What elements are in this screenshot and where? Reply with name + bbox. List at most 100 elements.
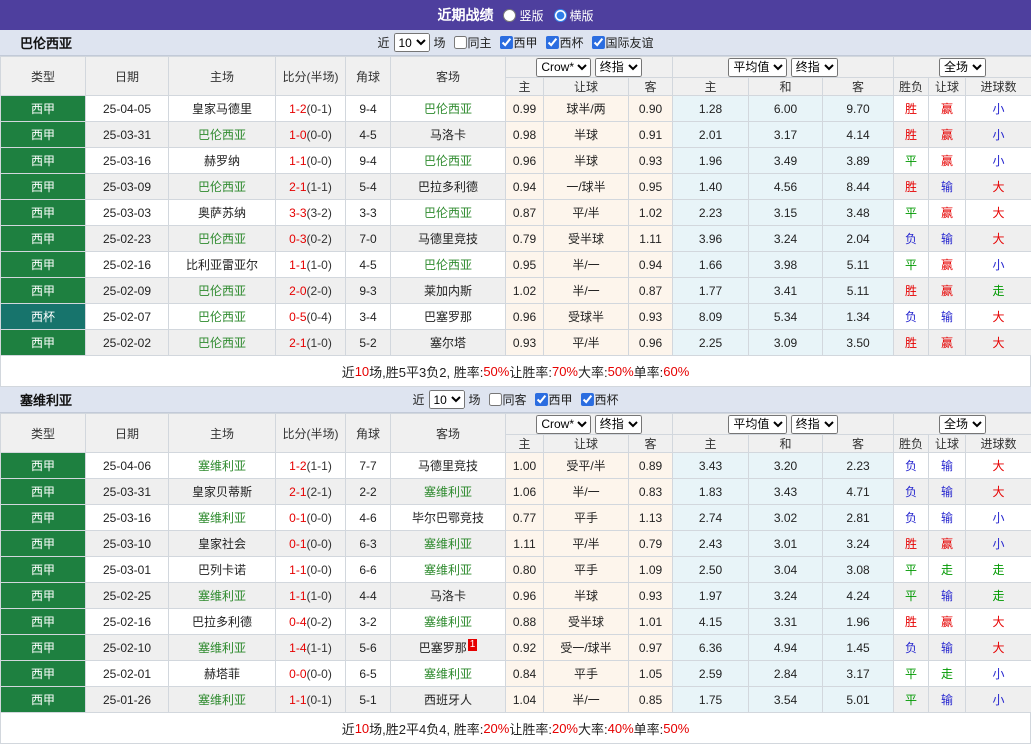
filter-checkbox[interactable] <box>535 393 548 406</box>
average-select[interactable]: 平均值 <box>728 415 787 434</box>
result-goals-cell: 小 <box>966 687 1031 713</box>
match-row: 西甲25-03-16赫罗纳1-1(0-0)9-4巴伦西亚0.96半球0.931.… <box>1 148 1031 174</box>
avg-draw-cell: 2.84 <box>749 661 823 687</box>
home-team-cell[interactable]: 巴伦西亚 <box>169 278 276 304</box>
home-team-cell[interactable]: 皇家社会 <box>169 531 276 557</box>
horizontal-layout-option[interactable]: 横版 <box>554 7 594 24</box>
away-team-cell[interactable]: 巴伦西亚 <box>391 96 506 122</box>
home-team-cell[interactable]: 赫塔菲 <box>169 661 276 687</box>
recent-count-select[interactable]: 10 <box>393 33 429 52</box>
vertical-layout-radio[interactable] <box>503 9 516 22</box>
home-team-cell[interactable]: 巴伦西亚 <box>169 330 276 356</box>
filter-checkbox-option[interactable]: 国际友谊 <box>586 34 654 51</box>
vertical-layout-option[interactable]: 竖版 <box>503 7 543 24</box>
home-odds-cell: 1.00 <box>506 453 544 479</box>
filter-checkbox[interactable] <box>500 36 513 49</box>
scope-select[interactable]: 全场 <box>939 415 986 434</box>
away-team-cell[interactable]: 马德里竞技 <box>391 226 506 252</box>
away-team-cell[interactable]: 巴伦西亚 <box>391 252 506 278</box>
result-goals-cell: 走 <box>966 583 1031 609</box>
away-team-cell[interactable]: 塞维利亚 <box>391 479 506 505</box>
away-team-cell[interactable]: 塞维利亚 <box>391 661 506 687</box>
filter-checkbox-option[interactable]: 同客 <box>482 391 526 408</box>
away-team-cell[interactable]: 塞维利亚 <box>391 609 506 635</box>
filter-checkbox-option[interactable]: 西杯 <box>540 34 584 51</box>
home-team-cell[interactable]: 皇家马德里 <box>169 96 276 122</box>
filter-checkbox[interactable] <box>488 393 501 406</box>
summary-part: 40% <box>608 721 634 736</box>
filter-checkbox-option[interactable]: 西甲 <box>494 34 538 51</box>
home-odds-cell: 0.88 <box>506 609 544 635</box>
odds-period-select[interactable]: 终指 <box>595 58 642 77</box>
fulltime-score: 0-4 <box>289 615 306 629</box>
result-goals-cell: 大 <box>966 200 1031 226</box>
home-team-cell[interactable]: 巴拉多利德 <box>169 609 276 635</box>
away-team-cell[interactable]: 巴伦西亚 <box>391 200 506 226</box>
halftime-score: (2-0) <box>307 284 332 298</box>
away-team-cell[interactable]: 巴拉多利德 <box>391 174 506 200</box>
away-odds-cell: 1.02 <box>629 200 673 226</box>
filter-checkbox-option[interactable]: 西甲 <box>529 391 573 408</box>
filter-checkbox[interactable] <box>592 36 605 49</box>
filter-checkbox-option[interactable]: 西杯 <box>575 391 619 408</box>
away-team-cell[interactable]: 莱加内斯 <box>391 278 506 304</box>
away-team-cell[interactable]: 塞尔塔 <box>391 330 506 356</box>
away-team-cell[interactable]: 西班牙人 <box>391 687 506 713</box>
home-team-cell[interactable]: 奥萨苏纳 <box>169 200 276 226</box>
away-team-cell[interactable]: 巴塞罗那 <box>391 304 506 330</box>
filter-checkbox-option[interactable]: 同主 <box>447 34 491 51</box>
fulltime-score: 1-2 <box>289 459 306 473</box>
result-goals-cell: 大 <box>966 226 1031 252</box>
score-cell: 3-3(3-2) <box>276 200 346 226</box>
away-team-cell[interactable]: 巴塞罗那1 <box>391 635 506 661</box>
home-odds-cell: 0.80 <box>506 557 544 583</box>
filter-checkbox-label: 同客 <box>502 391 526 408</box>
home-team-cell[interactable]: 比利亚雷亚尔 <box>169 252 276 278</box>
average-period-select[interactable]: 终指 <box>791 58 838 77</box>
filter-checkbox[interactable] <box>546 36 559 49</box>
away-team-cell[interactable]: 马洛卡 <box>391 122 506 148</box>
home-team-cell[interactable]: 巴伦西亚 <box>169 226 276 252</box>
away-team-cell[interactable]: 马德里竞技 <box>391 453 506 479</box>
match-row: 西甲25-02-16巴拉多利德0-4(0-2)3-2塞维利亚0.88受半球1.0… <box>1 609 1031 635</box>
away-team-cell[interactable]: 巴伦西亚 <box>391 148 506 174</box>
corner-cell: 6-5 <box>346 661 391 687</box>
halftime-score: (1-1) <box>307 459 332 473</box>
away-team-text: 巴塞罗那 <box>419 641 467 655</box>
home-team-cell[interactable]: 塞维利亚 <box>169 453 276 479</box>
avg-home-cell: 1.40 <box>673 174 749 200</box>
average-select[interactable]: 平均值 <box>728 58 787 77</box>
halftime-score: (0-1) <box>307 693 332 707</box>
league-type-cell: 西甲 <box>1 278 86 304</box>
home-team-cell[interactable]: 巴伦西亚 <box>169 122 276 148</box>
average-period-select[interactable]: 终指 <box>791 415 838 434</box>
home-team-cell[interactable]: 巴伦西亚 <box>169 304 276 330</box>
home-team-cell[interactable]: 赫罗纳 <box>169 148 276 174</box>
away-team-cell[interactable]: 塞维利亚 <box>391 531 506 557</box>
home-team-cell[interactable]: 塞维利亚 <box>169 635 276 661</box>
summary-part: 50% <box>663 721 689 736</box>
home-team-cell[interactable]: 皇家贝蒂斯 <box>169 479 276 505</box>
handicap-cell: 球半/两 <box>544 96 629 122</box>
horizontal-layout-radio[interactable] <box>554 9 567 22</box>
result-handicap-cell: 输 <box>929 505 966 531</box>
away-odds-cell: 0.96 <box>629 330 673 356</box>
home-team-cell[interactable]: 塞维利亚 <box>169 687 276 713</box>
odds-source-select[interactable]: Crow* <box>536 415 591 434</box>
away-team-cell[interactable]: 塞维利亚 <box>391 557 506 583</box>
odds-source-select[interactable]: Crow* <box>536 58 591 77</box>
home-team-cell[interactable]: 巴列卡诺 <box>169 557 276 583</box>
col-result-goals: 进球数 <box>966 78 1031 96</box>
home-team-cell[interactable]: 巴伦西亚 <box>169 174 276 200</box>
odds-period-select[interactable]: 终指 <box>595 415 642 434</box>
filter-checkbox[interactable] <box>581 393 594 406</box>
home-team-cell[interactable]: 塞维利亚 <box>169 505 276 531</box>
home-team-cell[interactable]: 塞维利亚 <box>169 583 276 609</box>
summary-part: 10 <box>355 364 369 379</box>
filter-checkbox-label: 国际友谊 <box>606 34 654 51</box>
scope-select[interactable]: 全场 <box>939 58 986 77</box>
away-team-cell[interactable]: 马洛卡 <box>391 583 506 609</box>
recent-count-select[interactable]: 10 <box>428 390 464 409</box>
filter-checkbox[interactable] <box>453 36 466 49</box>
away-team-cell[interactable]: 毕尔巴鄂竞技 <box>391 505 506 531</box>
